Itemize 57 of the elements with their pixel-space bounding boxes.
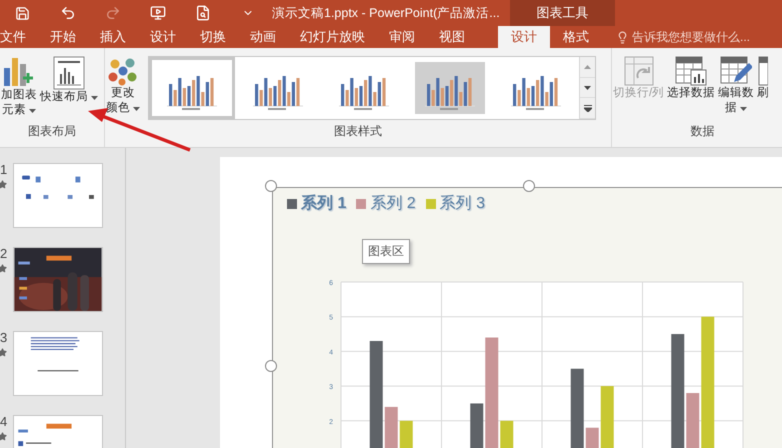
preview-icon[interactable]: [194, 5, 210, 21]
caret-icon: [740, 106, 748, 110]
caret-icon: [29, 108, 36, 112]
ribbon-tab[interactable]: 文件: [0, 26, 38, 48]
caret-up-icon: [584, 64, 591, 69]
ribbon-tab[interactable]: 设计: [498, 26, 550, 48]
ribbon-command[interactable]: 快速布局: [39, 56, 99, 105]
slide-number: 4: [0, 415, 8, 429]
table-edit-icon: [720, 56, 752, 86]
slide-number: 1: [0, 163, 8, 177]
chart-style-drawing: [415, 62, 485, 114]
slide-number: 2: [0, 247, 8, 261]
ribbon-tab[interactable]: 格式: [550, 26, 602, 48]
ribbon-command[interactable]: 加图表 元素: [0, 56, 38, 118]
caret-icon: [91, 96, 98, 100]
ribbon-command[interactable]: 刷: [756, 56, 770, 101]
legend-item: 系列 3: [426, 193, 486, 214]
table-chart-icon: [675, 56, 708, 86]
slideshow-icon[interactable]: [150, 5, 166, 21]
save-icon[interactable]: [15, 6, 30, 20]
palette-icon: [108, 56, 138, 86]
ribbon-command[interactable]: 更改 颜色: [105, 56, 141, 116]
table-swap-icon: [624, 56, 654, 86]
layout-icon: [53, 56, 85, 90]
ribbon-command[interactable]: 选择数据: [666, 56, 716, 101]
ribbon-tab[interactable]: 审阅: [377, 26, 427, 48]
resize-handle[interactable]: [265, 180, 277, 192]
ribbon-tab[interactable]: 开始: [38, 26, 88, 48]
group-label: 数据: [690, 123, 716, 140]
lightbulb-icon: [616, 30, 629, 44]
ribbon-tab[interactable]: 插入: [88, 26, 138, 48]
legend-item: 系列 2: [356, 193, 416, 214]
chart-style-thumbnail[interactable]: [149, 57, 235, 119]
caret-icon: [133, 106, 140, 110]
ribbon-tab[interactable]: 切换: [188, 26, 238, 48]
group-label: 图表布局: [27, 123, 77, 140]
ribbon-tab[interactable]: 视图: [427, 26, 477, 48]
ribbon-tab[interactable]: 动画: [238, 26, 288, 48]
undo-icon[interactable]: [60, 5, 76, 21]
expand-icon: [584, 104, 592, 112]
resize-handle[interactable]: [523, 180, 535, 192]
legend-item: 系列 1: [287, 193, 346, 214]
slide-number: 3: [0, 331, 8, 345]
tell-me-field[interactable]: 告诉我您想要做什么...: [616, 26, 750, 48]
ribbon-command[interactable]: 编辑数 据: [717, 56, 756, 116]
chart-bar: [600, 386, 614, 448]
resize-handle[interactable]: [265, 360, 277, 372]
group-label: 图表样式: [333, 123, 383, 140]
caret-down-icon: [584, 86, 591, 90]
window-title: 演示文稿1.pptx - PowerPoint(产品激活...: [272, 4, 500, 22]
ribbon-tab[interactable]: 幻灯片放映: [288, 26, 377, 48]
slide-thumbnail[interactable]: [13, 163, 103, 228]
tooltip: 图表区: [362, 239, 410, 264]
context-tab-group: 图表工具: [510, 0, 615, 26]
chart-add-icon: [4, 56, 34, 88]
slide-thumbnail[interactable]: [13, 331, 103, 396]
ribbon-tab[interactable]: 设计: [138, 26, 188, 48]
